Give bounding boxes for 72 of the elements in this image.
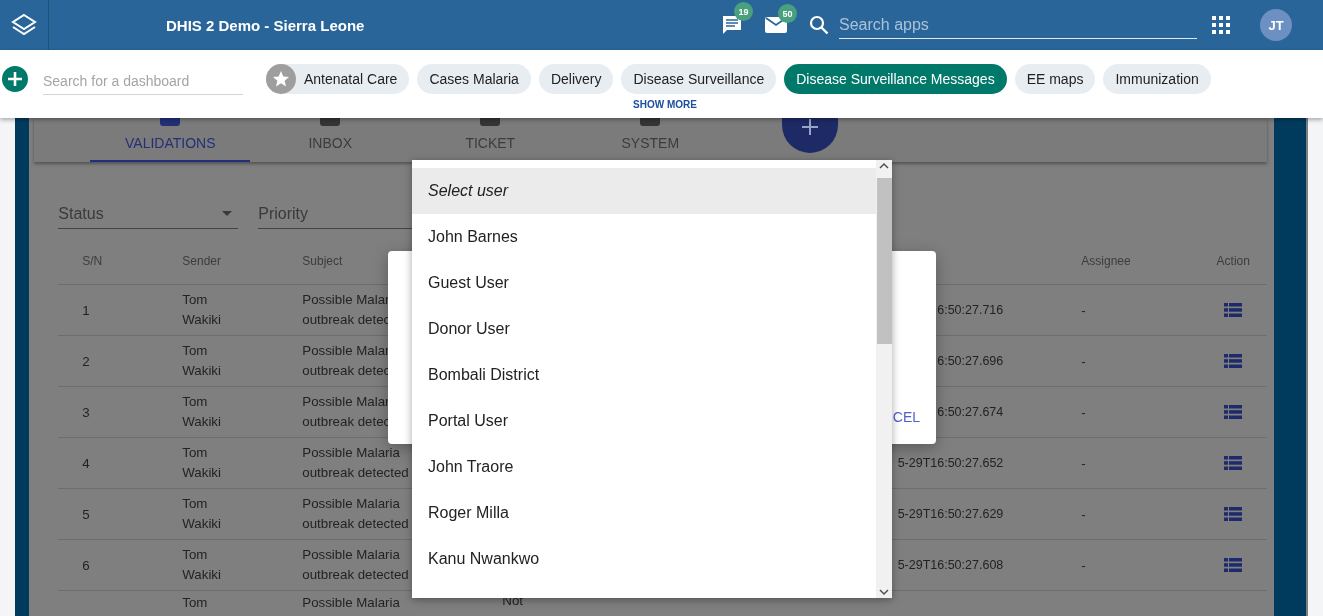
column-header: Action bbox=[1215, 253, 1251, 268]
table-cell-text: Tom Wakiki bbox=[182, 342, 221, 380]
table-cell: 5 bbox=[82, 506, 90, 522]
table-cell: 2 bbox=[82, 353, 90, 369]
column-header: Subject bbox=[302, 253, 344, 268]
table-cell: 6:50:27.716 bbox=[937, 303, 1004, 317]
mail-icon[interactable] bbox=[765, 16, 787, 34]
cancel-button[interactable]: CEL bbox=[890, 407, 922, 427]
dashboard-chip[interactable]: EE maps bbox=[1014, 64, 1096, 94]
table-cell: - bbox=[1081, 506, 1086, 522]
notification-badge: 50 bbox=[778, 4, 797, 23]
table-cell-text: Possible Malaria outbreak detected bbox=[302, 546, 409, 584]
table-cell: - bbox=[1081, 302, 1086, 318]
table-cell-text: Tom Wakiki bbox=[182, 444, 221, 482]
plus-icon bbox=[801, 118, 820, 136]
table-cell-text: Tom Wakiki bbox=[182, 495, 221, 533]
list-icon[interactable] bbox=[1224, 507, 1243, 521]
layers-icon[interactable] bbox=[10, 13, 38, 37]
dashboard-chip[interactable]: Delivery bbox=[538, 64, 614, 94]
list-icon[interactable] bbox=[1224, 405, 1243, 419]
table-cell-text: Tom Wakiki bbox=[182, 546, 221, 584]
dropdown-option[interactable]: Portal User bbox=[412, 398, 876, 444]
chevron-down-icon[interactable] bbox=[876, 586, 892, 598]
dropdown-option[interactable]: Donor User bbox=[412, 306, 876, 352]
column-header: Sender bbox=[182, 253, 222, 268]
table-cell: - bbox=[1081, 455, 1086, 471]
dropdown-option[interactable]: Roger Milla bbox=[412, 490, 876, 536]
table-cell: - bbox=[1081, 404, 1086, 420]
table-cell-text: Tom bbox=[182, 594, 208, 612]
table-cell: 6:50:27.696 bbox=[937, 354, 1004, 368]
table-cell-text: Tom Wakiki bbox=[182, 393, 221, 431]
dropdown-option[interactable]: Kanu Nwankwo bbox=[412, 536, 876, 582]
notification-badge: 19 bbox=[734, 2, 753, 21]
table-cell: 4 bbox=[82, 455, 90, 471]
add-button[interactable] bbox=[782, 118, 839, 153]
caret-icon bbox=[222, 211, 233, 216]
list-icon[interactable] bbox=[1224, 456, 1243, 470]
table-cell: - bbox=[1081, 353, 1086, 369]
table-cell: 6 bbox=[82, 557, 90, 573]
table-cell: 6:50:27.674 bbox=[937, 405, 1004, 419]
scrollbar[interactable] bbox=[876, 160, 892, 598]
table-cell-text: Tom Wakiki bbox=[182, 291, 221, 329]
search-field[interactable]: Search apps bbox=[839, 11, 1197, 39]
dashboard-chip[interactable]: Disease Surveillance Messages bbox=[784, 64, 1007, 94]
dropdown-option[interactable]: John Traore bbox=[412, 444, 876, 490]
table-cell-text: Possible Malaria outbreak detected bbox=[302, 495, 409, 533]
table-cell: 1 bbox=[82, 302, 90, 318]
table-cell-text: Possible Malaria outbreak detected bbox=[302, 444, 409, 482]
search-icon bbox=[809, 15, 829, 35]
show-more-link[interactable]: SHOW MORE bbox=[633, 99, 697, 110]
list-icon[interactable] bbox=[1224, 354, 1243, 368]
column-header: Assignee bbox=[1080, 253, 1132, 268]
table-cell: 5-29T16:50:27.629 bbox=[897, 507, 1004, 521]
table-cell: 5-29T16:50:27.608 bbox=[897, 558, 1004, 572]
apps-grid-icon[interactable] bbox=[1212, 16, 1230, 34]
table-cell: - bbox=[1081, 557, 1086, 573]
add-icon[interactable] bbox=[2, 66, 28, 92]
chat-icon[interactable] bbox=[721, 14, 743, 36]
table-cell: 5-29T16:50:27.652 bbox=[897, 456, 1004, 470]
list-icon[interactable] bbox=[1224, 558, 1243, 572]
column-header: S/N bbox=[81, 253, 104, 268]
dashboard-chip[interactable]: Cases Malaria bbox=[417, 64, 531, 94]
dropdown-option[interactable]: Bombali District bbox=[412, 352, 876, 398]
dashboard-chip[interactable]: Disease Surveillance bbox=[621, 64, 777, 94]
table-cell: 3 bbox=[82, 404, 90, 420]
dropdown-option[interactable]: Select user bbox=[412, 168, 876, 214]
app-title: DHIS 2 Demo - Sierra Leone bbox=[166, 16, 365, 34]
dashboard-chip[interactable]: Antenatal Care bbox=[266, 64, 410, 94]
list-icon[interactable] bbox=[1224, 303, 1243, 317]
dropdown-option[interactable]: Guest User bbox=[412, 260, 876, 306]
table-cell-text: Possible Malaria bbox=[302, 594, 400, 612]
dashboard-chip[interactable]: Immunization bbox=[1103, 64, 1211, 94]
